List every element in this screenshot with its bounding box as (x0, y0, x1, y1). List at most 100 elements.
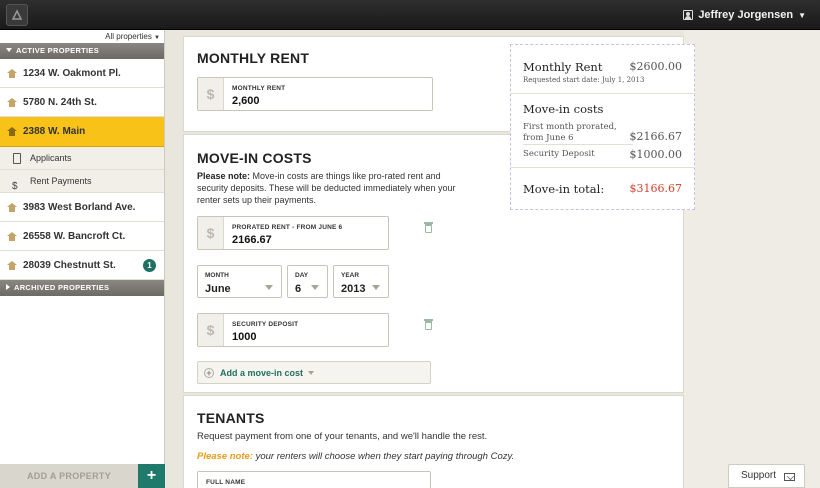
tenants-title: TENANTS (197, 410, 265, 426)
property-filter-label: All properties (105, 32, 152, 41)
expand-arrow-icon (6, 284, 10, 290)
active-properties-label: Active properties (16, 46, 100, 55)
divider (511, 167, 694, 168)
property-label: 26558 W. Bancroft Ct. (23, 231, 126, 242)
prorated-rent-field-label: PRORATED RENT - FROM JUNE 6 (232, 224, 343, 231)
divider (511, 93, 694, 94)
document-icon (13, 153, 21, 164)
user-menu[interactable]: Jeffrey Jorgensen ▼ (683, 9, 806, 21)
full-name-label: FULL NAME (206, 479, 246, 486)
day-label: DAY (295, 272, 309, 279)
move-in-note: Please note: Move-in costs are things li… (197, 170, 457, 206)
security-deposit-input[interactable]: $ SECURITY DEPOSIT 1000 (197, 313, 389, 347)
dollar-icon: $ (198, 217, 224, 249)
sidebar: All properties ▼ Active properties 1234 … (0, 30, 165, 488)
tenants-intro: Request payment from one of your tenants… (197, 431, 488, 442)
security-deposit-field-label: SECURITY DEPOSIT (232, 321, 299, 328)
active-properties-header[interactable]: Active properties (0, 43, 164, 59)
summary-first-month-label: First month prorated, from June 6 (523, 122, 617, 143)
property-label: 28039 Chestnutt St. (23, 260, 116, 271)
user-name: Jeffrey Jorgensen (698, 9, 794, 21)
summary-monthly-rent-amount: $2600.00 (629, 60, 683, 73)
house-icon (7, 203, 17, 212)
property-item-selected[interactable]: 2388 W. Main (0, 117, 164, 147)
security-deposit-field-value: 1000 (232, 331, 257, 343)
property-label: 1234 W. Oakmont Pl. (23, 68, 121, 79)
subitem-label: Applicants (30, 153, 72, 163)
chevron-down-icon: ▼ (154, 35, 160, 41)
tenants-note: Please note: your renters will choose wh… (197, 451, 514, 463)
note-prefix: Please note: (197, 171, 251, 181)
collapse-arrow-icon (6, 48, 12, 52)
year-label: YEAR (341, 272, 360, 279)
tenants-card: TENANTS Request payment from one of your… (183, 395, 684, 488)
move-in-costs-title: MOVE-IN COSTS (197, 150, 312, 166)
envelope-icon (784, 473, 795, 481)
property-item[interactable]: 1234 W. Oakmont Pl. (0, 59, 164, 88)
chevron-down-icon (308, 371, 314, 375)
prorated-rent-input[interactable]: $ PRORATED RENT - FROM JUNE 6 2166.67 (197, 216, 389, 250)
property-item[interactable]: 3983 West Borland Ave. (0, 193, 164, 222)
subitem-rent-payments[interactable]: $ Rent Payments (0, 170, 164, 193)
dollar-icon: $ (198, 78, 224, 110)
day-value: 6 (295, 283, 302, 295)
add-move-in-cost-label: Add a move-in cost (220, 368, 304, 378)
house-icon (7, 98, 17, 107)
summary-move-in-label: Move-in costs (523, 102, 604, 116)
divider (523, 144, 633, 145)
house-icon (7, 127, 17, 136)
subitem-label: Rent Payments (30, 176, 92, 186)
chevron-down-icon (372, 285, 380, 290)
property-filter[interactable]: All properties ▼ (0, 30, 164, 43)
archived-properties-label: Archived properties (14, 283, 110, 292)
note-prefix: Please note: (197, 451, 253, 462)
property-item[interactable]: 26558 W. Bancroft Ct. (0, 222, 164, 251)
subitem-applicants[interactable]: Applicants (0, 147, 164, 170)
payment-summary-panel: Monthly Rent $2600.00 Requested start da… (510, 44, 695, 210)
full-name-input[interactable]: FULL NAME (197, 471, 431, 488)
summary-deposit-amount: $1000.00 (629, 148, 683, 161)
dollar-icon: $ (198, 314, 224, 346)
chevron-down-icon (265, 285, 273, 290)
top-bar: Jeffrey Jorgensen ▼ (0, 0, 820, 30)
property-label: 3983 West Borland Ave. (23, 202, 136, 213)
summary-first-month-amount: $2166.67 (629, 130, 683, 143)
day-select[interactable]: DAY 6 (287, 265, 328, 298)
chevron-down-icon: ▼ (798, 10, 806, 20)
property-label: 2388 W. Main (23, 126, 86, 137)
year-select[interactable]: YEAR 2013 (333, 265, 389, 298)
month-value: June (205, 283, 231, 295)
house-icon (7, 232, 17, 241)
add-property-plus-button[interactable]: + (138, 464, 165, 488)
add-property-button[interactable]: ADD A PROPERTY (0, 464, 138, 488)
plus-circle-icon: + (204, 368, 214, 378)
house-icon (7, 261, 17, 270)
archived-properties-header[interactable]: Archived properties (0, 280, 164, 296)
support-button[interactable]: Support (728, 464, 805, 488)
right-panel-background (684, 30, 820, 488)
property-item[interactable]: 28039 Chestnutt St. 1 (0, 251, 164, 280)
year-value: 2013 (341, 283, 366, 295)
monthly-rent-field-label: MONTHLY RENT (232, 85, 286, 92)
month-label: MONTH (205, 272, 229, 279)
monthly-rent-field-value: 2,600 (232, 95, 260, 107)
month-select[interactable]: MONTH June (197, 265, 282, 298)
summary-total-amount: $3166.67 (629, 182, 683, 195)
chevron-down-icon (311, 285, 319, 290)
monthly-rent-input[interactable]: $ MONTHLY RENT 2,600 (197, 77, 433, 111)
add-move-in-cost-button[interactable]: + Add a move-in cost (197, 361, 431, 384)
cozy-logo-icon[interactable] (6, 4, 28, 26)
property-label: 5780 N. 24th St. (23, 97, 97, 108)
support-label: Support (741, 470, 777, 481)
trash-icon[interactable] (424, 222, 433, 233)
note-text: your renters will choose when they start… (252, 451, 515, 462)
summary-deposit-label: Security Deposit (523, 149, 595, 159)
property-item[interactable]: 5780 N. 24th St. (0, 88, 164, 117)
prorated-rent-field-value: 2166.67 (232, 234, 272, 246)
notification-badge: 1 (143, 259, 156, 272)
summary-total-label: Move-in total: (523, 182, 605, 196)
monthly-rent-title: MONTHLY RENT (197, 50, 310, 66)
user-icon (683, 10, 694, 20)
trash-icon[interactable] (424, 319, 433, 330)
house-icon (7, 69, 17, 78)
